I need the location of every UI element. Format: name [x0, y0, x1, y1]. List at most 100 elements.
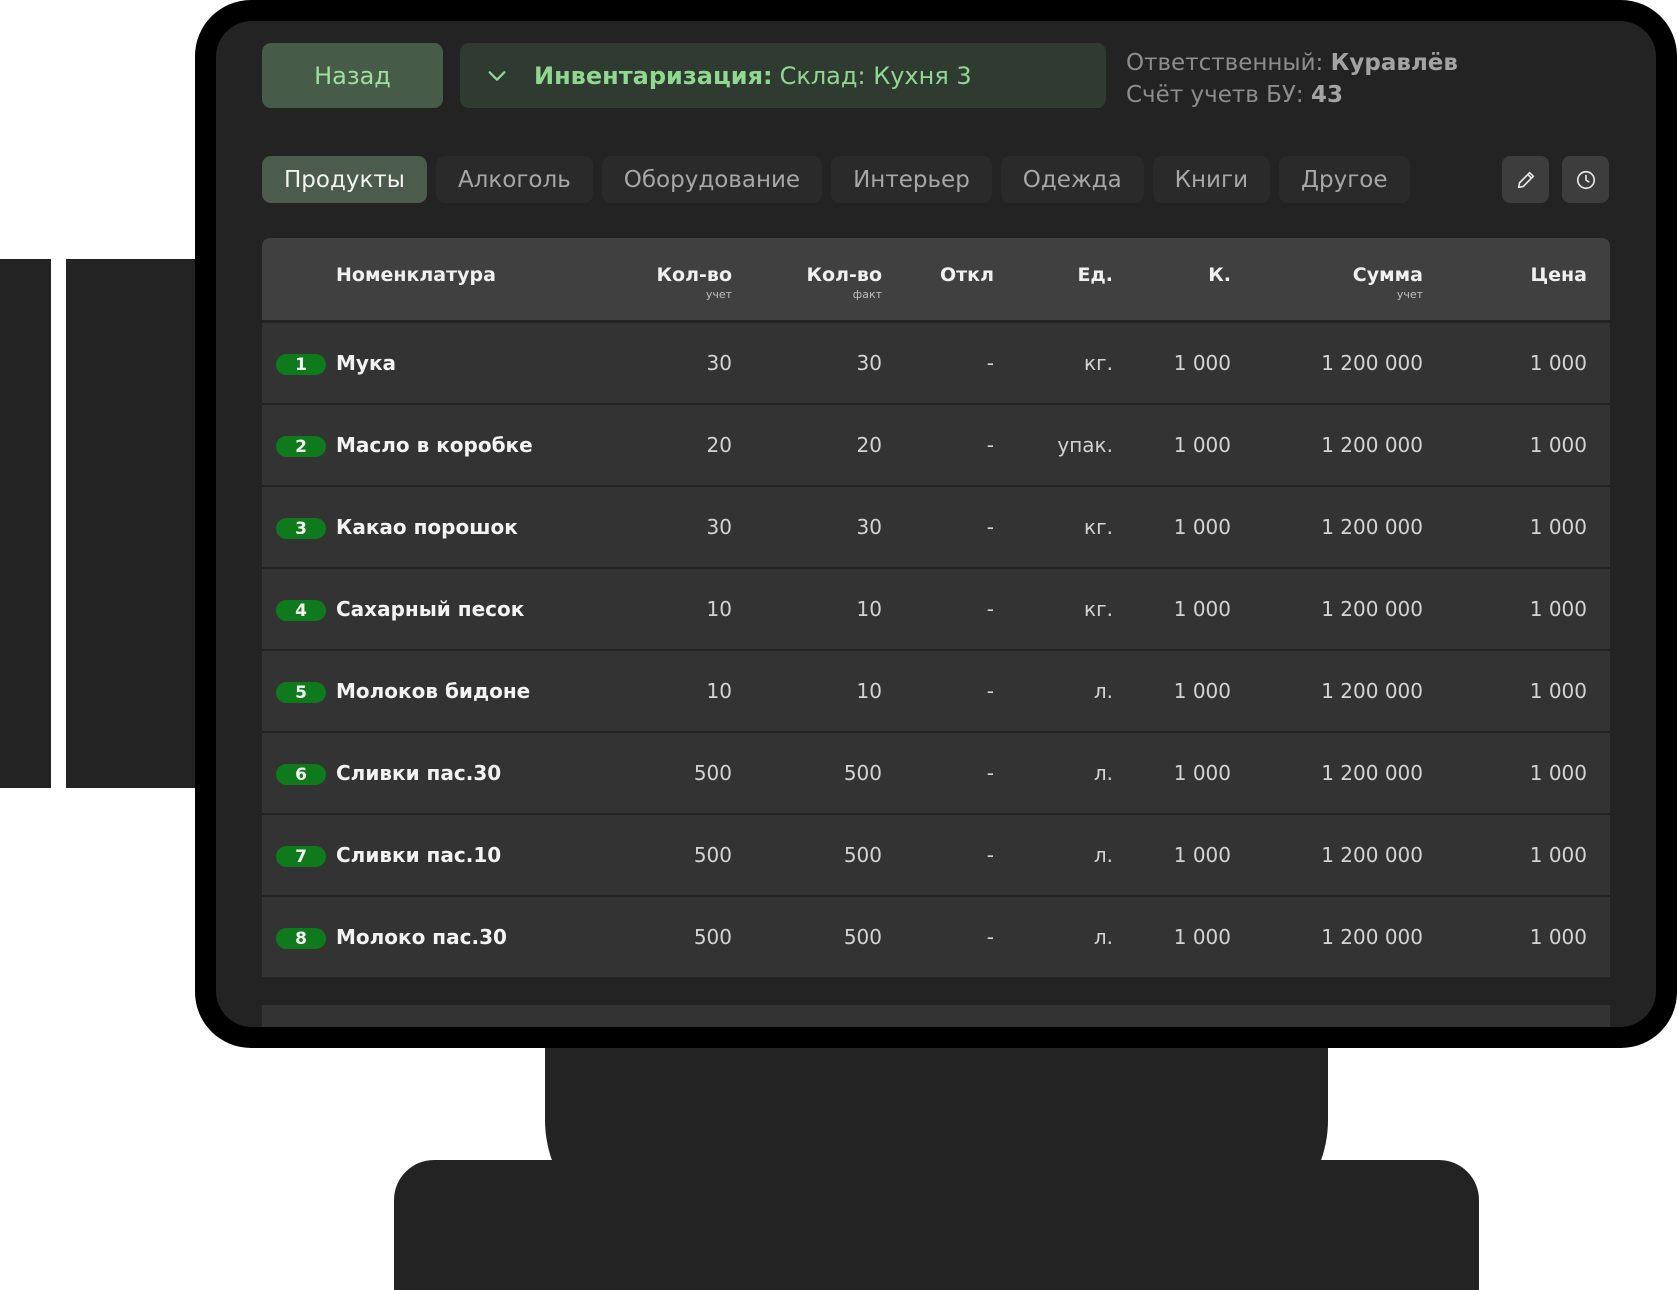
cell-unit: л.: [1093, 843, 1113, 867]
row-index-badge: 7: [276, 846, 326, 867]
monitor-screen: Назад Инвентаризация: Склад: Кухня 3 Отв…: [216, 21, 1656, 1027]
tab-other[interactable]: Другое: [1279, 156, 1410, 203]
cell-coefficient: 1 000: [1173, 843, 1231, 867]
cell-price: 1 000: [1529, 433, 1587, 457]
cell-name: Сливки пас.10: [336, 843, 502, 867]
inventory-selector[interactable]: Инвентаризация: Склад: Кухня 3: [460, 43, 1106, 108]
inventory-title-prefix: Инвентаризация:: [534, 61, 773, 90]
cell-deviation: -: [986, 679, 994, 703]
device-edge-left: [0, 259, 51, 788]
edit-button[interactable]: [1502, 156, 1549, 203]
cell-unit: кг.: [1084, 515, 1113, 539]
cell-qty-actual: 30: [856, 515, 882, 539]
account-label: Счёт учетв БУ:: [1126, 82, 1304, 108]
cell-coefficient: 1 000: [1173, 925, 1231, 949]
clock-icon: [1576, 170, 1595, 189]
col-unit: Ед.: [1077, 264, 1113, 286]
col-name: Номенклатура: [336, 264, 496, 286]
table-row[interactable]: 1 Мука 30 30 - кг. 1 000 1 200 000 1 000: [262, 323, 1610, 403]
cell-price: 1 000: [1529, 843, 1587, 867]
cell-qty-accounted: 30: [706, 515, 732, 539]
category-tabs: Продукты Алкоголь Оборудование Интерьер …: [262, 156, 1410, 203]
tab-equipment[interactable]: Оборудование: [601, 156, 823, 203]
cell-unit: кг.: [1084, 597, 1113, 621]
inventory-title-value: Склад: Кухня 3: [779, 61, 972, 90]
back-button[interactable]: Назад: [262, 43, 443, 108]
monitor-stand-base: [394, 1160, 1479, 1290]
cell-name: Сахарный песок: [336, 597, 525, 621]
cell-name: Молоков бидоне: [336, 679, 531, 703]
tab-clothing[interactable]: Одежда: [1000, 156, 1144, 203]
table-row[interactable]: 5 Молоков бидоне 10 10 - л. 1 000 1 200 000 1 00…: [262, 651, 1610, 731]
row-index-badge: 8: [276, 928, 326, 949]
col-qty-accounted: Кол-во учет: [622, 264, 732, 301]
table-row[interactable]: 3 Какао порошок 30 30 - кг. 1 000 1 200 000 1 00…: [262, 487, 1610, 567]
cell-sum: 1 200 000: [1321, 515, 1423, 539]
cell-unit: л.: [1093, 925, 1113, 949]
cell-qty-accounted: 30: [706, 351, 732, 375]
col-qty-actual-label: Кол-во: [806, 264, 882, 286]
cell-coefficient: 1 000: [1173, 433, 1231, 457]
row-index-badge: 3: [276, 518, 326, 539]
cell-unit: л.: [1093, 679, 1113, 703]
cell-price: 1 000: [1529, 515, 1587, 539]
responsible-value: Куравлёв: [1330, 50, 1458, 76]
row-index-badge: 2: [276, 436, 326, 457]
cell-deviation: -: [986, 515, 994, 539]
cell-qty-accounted: 20: [706, 433, 732, 457]
cell-price: 1 000: [1529, 679, 1587, 703]
cell-qty-accounted: 500: [693, 843, 732, 867]
cell-price: 1 000: [1529, 925, 1587, 949]
cell-price: 1 000: [1529, 761, 1587, 785]
cell-qty-actual: 500: [843, 761, 882, 785]
tab-products[interactable]: Продукты: [262, 156, 427, 203]
cell-qty-actual: 30: [856, 351, 882, 375]
table-row[interactable]: 8 Молоко пас.30 500 500 - л. 1 000 1 200 000 1 0…: [262, 897, 1610, 977]
page: Назад Инвентаризация: Склад: Кухня 3 Отв…: [0, 0, 1677, 1290]
cell-sum: 1 200 000: [1321, 433, 1423, 457]
cell-qty-accounted: 10: [706, 679, 732, 703]
account-value: 43: [1310, 82, 1343, 108]
cell-deviation: -: [986, 925, 994, 949]
cell-name: Масло в коробке: [336, 433, 533, 457]
cell-deviation: -: [986, 433, 994, 457]
table-row[interactable]: 2 Масло в коробке 20 20 - упак. 1 000 1 200 000…: [262, 405, 1610, 485]
responsible-line: Ответственный: Куравлёв: [1126, 47, 1626, 79]
cell-sum: 1 200 000: [1321, 925, 1423, 949]
cell-sum: 1 200 000: [1321, 843, 1423, 867]
cell-name: Мука: [336, 351, 397, 375]
cell-qty-accounted: 500: [693, 761, 732, 785]
cell-coefficient: 1 000: [1173, 597, 1231, 621]
cell-deviation: -: [986, 761, 994, 785]
table-row[interactable]: 6 Сливки пас.30 500 500 - л. 1 000 1 200 000 1 0…: [262, 733, 1610, 813]
cell-coefficient: 1 000: [1173, 351, 1231, 375]
cell-deviation: -: [986, 351, 994, 375]
cell-unit: л.: [1093, 761, 1113, 785]
cell-sum: 1 200 000: [1321, 761, 1423, 785]
responsible-label: Ответственный:: [1126, 50, 1324, 76]
cell-unit: упак.: [1057, 433, 1113, 457]
col-qty-accounted-sub: учет: [705, 288, 732, 301]
row-index-badge: 1: [276, 354, 326, 375]
cell-sum: 1 200 000: [1321, 679, 1423, 703]
cell-name: Какао порошок: [336, 515, 518, 539]
col-coefficient: К.: [1208, 264, 1231, 286]
tab-interior[interactable]: Интерьер: [831, 156, 992, 203]
tab-alcohol[interactable]: Алкоголь: [435, 156, 593, 203]
cell-price: 1 000: [1529, 597, 1587, 621]
col-price: Цена: [1530, 264, 1587, 286]
tab-books[interactable]: Книги: [1152, 156, 1271, 203]
cell-sum: 1 200 000: [1321, 597, 1423, 621]
table-row[interactable]: 4 Сахарный песок 10 10 - кг. 1 000 1 200 000 1 0…: [262, 569, 1610, 649]
row-index-badge: 5: [276, 682, 326, 703]
device-edge-back: [66, 259, 201, 788]
cell-deviation: -: [986, 597, 994, 621]
cell-qty-accounted: 500: [693, 925, 732, 949]
col-sum: Сумма учет: [1262, 264, 1423, 301]
col-qty-actual-sub: факт: [852, 288, 882, 301]
cell-qty-accounted: 10: [706, 597, 732, 621]
cell-coefficient: 1 000: [1173, 515, 1231, 539]
table-row-partial: [262, 1005, 1610, 1027]
table-row[interactable]: 7 Сливки пас.10 500 500 - л. 1 000 1 200 000 1 0…: [262, 815, 1610, 895]
history-button[interactable]: [1562, 156, 1609, 203]
